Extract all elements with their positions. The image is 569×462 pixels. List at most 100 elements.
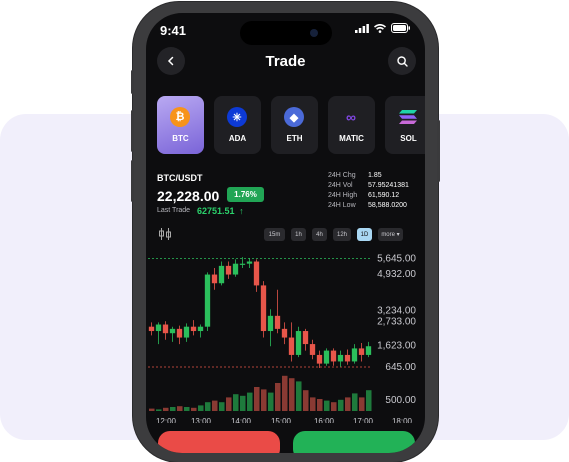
x-axis-label: 14:00 bbox=[231, 417, 252, 423]
candle-body bbox=[169, 328, 176, 334]
search-button[interactable] bbox=[388, 47, 416, 75]
last-trade-value: 62751.51 ↑ bbox=[197, 206, 244, 216]
coin-tab-sol[interactable]: SOL bbox=[385, 96, 425, 154]
y-axis-label: 5,645.00 bbox=[377, 253, 416, 264]
bitcoin-icon: ₿ bbox=[170, 107, 190, 127]
candlestick-chart[interactable]: 5,645.00 4,932.00 3,234.002,733.00 1,623.00… bbox=[146, 243, 425, 423]
volume-bar bbox=[205, 402, 211, 411]
arrow-up-icon: ↑ bbox=[239, 206, 244, 216]
coin-tab-matic[interactable]: ∞ MATIC bbox=[328, 96, 375, 154]
timeframe-1d[interactable]: 1D bbox=[357, 228, 372, 241]
volume-bar bbox=[338, 399, 344, 411]
candle-body bbox=[246, 261, 253, 264]
volume-bar bbox=[254, 387, 260, 411]
volume-bar bbox=[240, 395, 246, 411]
timeframe-12h[interactable]: 12h bbox=[333, 228, 351, 241]
candle-body bbox=[288, 337, 295, 355]
coin-tab-ada[interactable]: ✳ ADA bbox=[214, 96, 261, 154]
x-axis-label: 17:00 bbox=[353, 417, 374, 423]
candles-settings-icon[interactable] bbox=[158, 228, 172, 240]
candle-body bbox=[274, 315, 281, 329]
volume-bar bbox=[198, 405, 204, 411]
coin-tab-eth[interactable]: ◆ ETH bbox=[271, 96, 318, 154]
candle-body bbox=[344, 354, 351, 362]
change-badge: 1.76% bbox=[227, 187, 264, 202]
last-trade-label: Last Trade bbox=[157, 207, 191, 214]
x-axis-label: 18:00 bbox=[392, 417, 413, 423]
current-price: 22,228.00 bbox=[157, 188, 220, 204]
x-axis-label: 16:00 bbox=[314, 417, 335, 423]
volume-bar bbox=[310, 397, 316, 411]
candle-body bbox=[218, 265, 225, 284]
candle-body bbox=[183, 326, 190, 338]
coin-label: BTC bbox=[172, 134, 189, 143]
stat-row: 24H Vol 57.95241381 bbox=[328, 181, 409, 191]
polygon-icon: ∞ bbox=[346, 109, 356, 125]
volume-bar bbox=[345, 397, 351, 411]
wifi-icon bbox=[374, 23, 386, 33]
timeframe-4h[interactable]: 4h bbox=[312, 228, 327, 241]
candle-body bbox=[358, 348, 365, 355]
volume-bar bbox=[149, 408, 155, 411]
volume-bar bbox=[233, 394, 239, 411]
battery-icon bbox=[391, 23, 410, 33]
timeframe-more[interactable]: more ▾ bbox=[378, 228, 403, 241]
volume-bar bbox=[184, 407, 190, 411]
timeframe-1h[interactable]: 1h bbox=[291, 228, 306, 241]
candle-body bbox=[162, 324, 169, 334]
volume-bar bbox=[212, 400, 218, 411]
candle-body bbox=[176, 328, 183, 338]
stat-label: 24H Low bbox=[328, 202, 356, 209]
y-axis-label: 2,733.00 bbox=[377, 317, 416, 328]
buy-button[interactable] bbox=[293, 431, 415, 453]
stat-value: 58,588.0200 bbox=[368, 202, 407, 209]
stat-label: 24H High bbox=[328, 192, 358, 199]
candle-body bbox=[295, 331, 302, 355]
phone-side-button bbox=[131, 160, 134, 202]
status-time: 9:41 bbox=[160, 23, 187, 38]
stat-row: 24H Low 58,588.0200 bbox=[328, 201, 409, 211]
stat-label: 24H Chg bbox=[328, 172, 356, 179]
cardano-icon: ✳ bbox=[227, 107, 247, 127]
candle-body bbox=[330, 350, 337, 362]
candle-body bbox=[190, 326, 197, 332]
volume-bar bbox=[352, 393, 358, 411]
volume-bar bbox=[366, 390, 372, 411]
coin-selector: ₿ BTC ✳ ADA ◆ ETH ∞ MATIC SOL bbox=[157, 96, 425, 154]
volume-bar bbox=[226, 397, 232, 411]
candle-body bbox=[232, 263, 239, 275]
page-title: Trade bbox=[265, 53, 306, 70]
volume-bar bbox=[324, 400, 330, 411]
coin-label: ETH bbox=[286, 134, 303, 143]
coin-tab-btc[interactable]: ₿ BTC bbox=[157, 96, 204, 154]
volume-bar bbox=[289, 378, 295, 411]
coin-label: ADA bbox=[228, 134, 247, 143]
volume-bar bbox=[177, 406, 183, 411]
stat-value: 61,590.12 bbox=[368, 192, 400, 199]
candle-body bbox=[365, 346, 372, 355]
volume-bar bbox=[156, 409, 162, 411]
timeframe-15m[interactable]: 15m bbox=[264, 228, 285, 241]
stats-table: 24H Chg 1.85 24H Vol 57.95241381 24H High 6… bbox=[328, 171, 409, 211]
volume-bar bbox=[282, 375, 288, 411]
candle-body bbox=[204, 274, 211, 327]
sell-button[interactable] bbox=[158, 431, 280, 453]
solana-icon bbox=[398, 107, 418, 127]
volume-bar bbox=[163, 407, 169, 411]
candle-body bbox=[211, 274, 218, 284]
volume-bar bbox=[296, 381, 302, 411]
coin-label: MATIC bbox=[339, 134, 364, 143]
candle-body bbox=[316, 354, 323, 364]
candle-body bbox=[260, 285, 267, 332]
phone-screen: 9:41 Trade ₿ BTC ✳ ADA ◆ ETH ∞ MATIC SOL… bbox=[146, 13, 425, 453]
volume-bar bbox=[268, 392, 274, 411]
timeframe-selector: 15m 1h 4h 12h 1D more ▾ bbox=[264, 228, 403, 241]
x-axis-label: 15:00 bbox=[271, 417, 292, 423]
volume-bar bbox=[317, 399, 323, 411]
stat-row: 24H High 61,590.12 bbox=[328, 191, 409, 201]
candle-body bbox=[281, 328, 288, 338]
coin-label: SOL bbox=[400, 134, 417, 143]
candle-body bbox=[148, 326, 155, 332]
y-axis-label: 4,932.00 bbox=[377, 269, 416, 280]
candle-body bbox=[351, 348, 358, 362]
